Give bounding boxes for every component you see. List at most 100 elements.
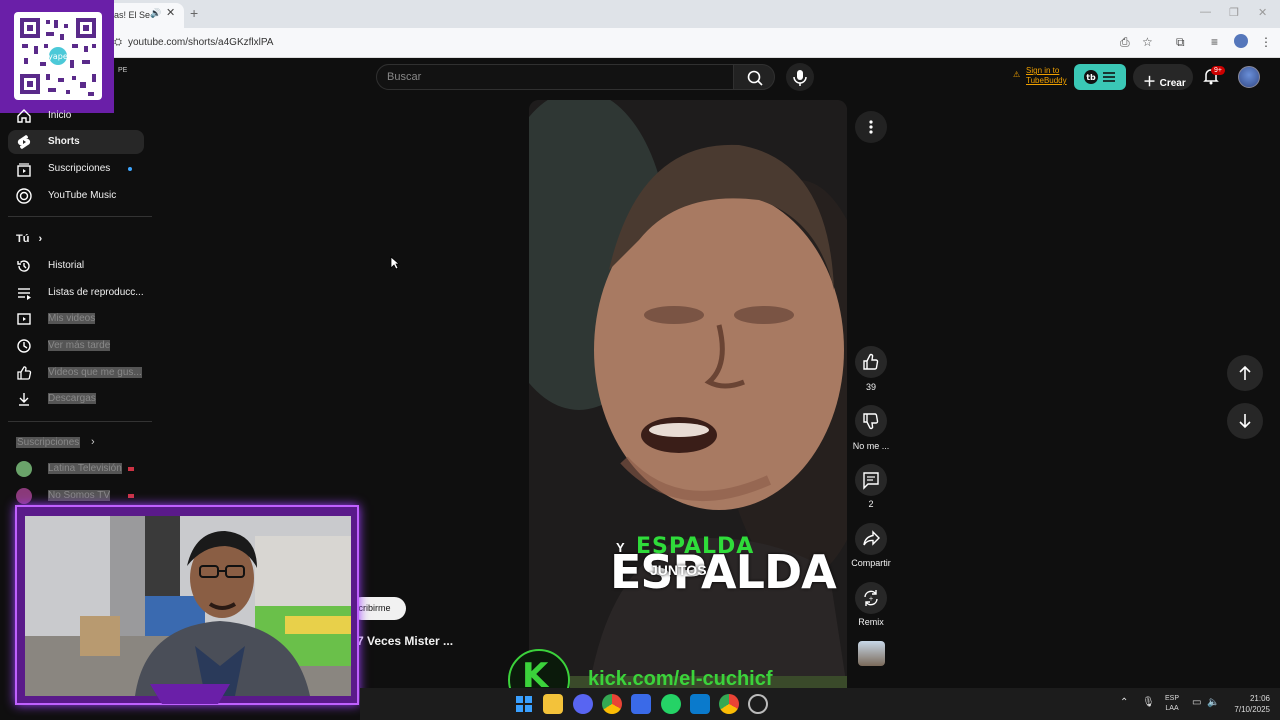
- clock[interactable]: 21:06 7/10/2025: [1228, 693, 1270, 715]
- chrome-profile-icon[interactable]: [719, 694, 739, 714]
- sidebar-you-heading[interactable]: Tú ›: [16, 233, 42, 245]
- sidebar-item-historial[interactable]: Historial: [8, 254, 144, 278]
- remix-button[interactable]: +: [855, 582, 887, 614]
- download-icon: [19, 393, 29, 406]
- sidebar-item-youtube-music[interactable]: YouTube Music: [8, 184, 144, 208]
- plus-icon: ＋: [1143, 74, 1160, 89]
- svg-text:yape: yape: [48, 52, 68, 61]
- sidebar-item-ver-mas-tarde[interactable]: Ver más tarde: [8, 334, 144, 358]
- home-icon: [17, 109, 31, 123]
- sidebar-item-liked-videos[interactable]: Videos que me gus...: [8, 361, 144, 385]
- tubebuddy-icon: tb: [1084, 70, 1115, 84]
- microphone-icon: [793, 70, 807, 86]
- notification-badge: 9+: [1211, 66, 1225, 75]
- tubebuddy-sign-in-link[interactable]: Sign in to TubeBuddy: [1026, 66, 1067, 86]
- sidebar-item-suscripciones[interactable]: Suscripciones: [8, 157, 144, 181]
- sidebar-item-shorts[interactable]: Shorts: [8, 130, 144, 154]
- settings-icon[interactable]: [748, 694, 768, 714]
- next-short-button[interactable]: [1227, 403, 1263, 439]
- clock-icon: [17, 339, 31, 353]
- tray-expand-icon[interactable]: ⌃: [1120, 697, 1128, 708]
- sound-thumbnail[interactable]: [858, 641, 885, 666]
- close-window-icon[interactable]: ✕: [1258, 6, 1267, 19]
- sidebar-divider: [8, 421, 152, 422]
- voice-search-button[interactable]: [786, 63, 814, 91]
- dislike-button[interactable]: [855, 405, 887, 437]
- mouse-cursor-icon: [390, 256, 400, 270]
- dislike-label: No me ...: [852, 441, 890, 451]
- media-controls-icon[interactable]: ≡: [1211, 35, 1218, 49]
- comments-button[interactable]: [855, 464, 887, 496]
- close-tab-icon[interactable]: ✕: [166, 6, 175, 19]
- account-avatar[interactable]: [1238, 66, 1260, 88]
- tab-title: as! El Se: [114, 10, 151, 20]
- search-icon: [747, 70, 763, 86]
- subscriptions-icon: [17, 163, 31, 177]
- share-button[interactable]: [855, 523, 887, 555]
- volume-icon[interactable]: 🔈: [1207, 697, 1219, 708]
- flag-icon: [128, 494, 134, 498]
- arrow-down-icon: [1239, 414, 1251, 429]
- app-icon[interactable]: [631, 694, 651, 714]
- profile-avatar-icon[interactable]: [1234, 34, 1248, 48]
- browser-menu-icon[interactable]: ⋮: [1260, 35, 1272, 49]
- discord-icon[interactable]: [573, 694, 593, 714]
- comment-icon: [863, 472, 879, 490]
- shorts-icon: [17, 135, 31, 149]
- remix-icon: +: [864, 590, 878, 606]
- channel-avatar: [16, 488, 32, 504]
- speaker-icon[interactable]: 🔊: [150, 8, 161, 19]
- sidebar-item-mis-videos[interactable]: Mis videos: [8, 307, 144, 331]
- chrome-icon[interactable]: [602, 694, 622, 714]
- url-field[interactable]: youtube.com/shorts/a4GKzflxlPA: [128, 37, 273, 48]
- search-input[interactable]: Buscar: [376, 64, 734, 90]
- svg-text:+: +: [868, 596, 873, 603]
- history-icon: [17, 260, 30, 272]
- qr-code: yape: [14, 12, 102, 100]
- sidebar-sub-latina[interactable]: Latina Televisión: [8, 457, 144, 481]
- new-tab-button[interactable]: +: [190, 5, 198, 21]
- microphone-tray-icon[interactable]: 🎙: [1142, 697, 1155, 708]
- like-icon: [17, 366, 32, 380]
- site-info-icon[interactable]: ⛭: [114, 37, 122, 48]
- channel-avatar: [16, 461, 32, 477]
- share-icon: [863, 530, 880, 546]
- sidebar-divider: [8, 216, 152, 217]
- restore-icon[interactable]: ❐: [1229, 6, 1239, 19]
- arrow-up-icon: [1239, 365, 1251, 380]
- country-code: PE: [118, 67, 128, 74]
- minimize-icon[interactable]: —: [1200, 6, 1211, 18]
- windows-start-icon[interactable]: [514, 694, 534, 714]
- like-button[interactable]: [855, 346, 887, 378]
- extensions-icon[interactable]: ⧉: [1176, 35, 1185, 50]
- warning-icon: ⚠: [1013, 70, 1021, 79]
- chevron-right-icon: ›: [91, 436, 95, 448]
- sidebar-item-inicio[interactable]: Inicio: [8, 104, 144, 128]
- video-frame: [529, 100, 847, 688]
- more-options-button[interactable]: [855, 111, 887, 143]
- remix-label: Remix: [858, 617, 884, 627]
- sidebar-item-descargas[interactable]: Descargas: [8, 387, 144, 411]
- search-button[interactable]: [733, 64, 775, 90]
- new-content-dot: [128, 167, 132, 171]
- previous-short-button[interactable]: [1227, 355, 1263, 391]
- sidebar-item-playlists[interactable]: Listas de reproducc...: [8, 281, 144, 305]
- svg-text:tb: tb: [1086, 73, 1096, 82]
- thumbs-up-icon: [863, 353, 879, 370]
- thumbs-down-icon: [863, 413, 879, 430]
- short-title[interactable]: 7 Veces Mister ...: [357, 634, 453, 648]
- bookmark-star-icon[interactable]: ☆: [1142, 35, 1153, 49]
- file-explorer-icon[interactable]: [543, 694, 563, 714]
- tubebuddy-menu-button[interactable]: tb: [1074, 64, 1126, 90]
- like-count: 39: [865, 382, 876, 392]
- create-button[interactable]: ＋ Crear: [1133, 64, 1193, 90]
- language-indicator[interactable]: ESP LAA: [1165, 694, 1179, 714]
- install-app-icon[interactable]: ⎙: [1120, 35, 1130, 50]
- share-label: Compartir: [851, 558, 891, 568]
- short-video-player[interactable]: [529, 100, 847, 688]
- more-vert-icon: [869, 120, 873, 134]
- network-icon[interactable]: ▭: [1192, 697, 1201, 708]
- sidebar-subscriptions-heading[interactable]: Suscripciones: [16, 437, 81, 448]
- vscode-icon[interactable]: [690, 694, 710, 714]
- whatsapp-icon[interactable]: [661, 694, 681, 714]
